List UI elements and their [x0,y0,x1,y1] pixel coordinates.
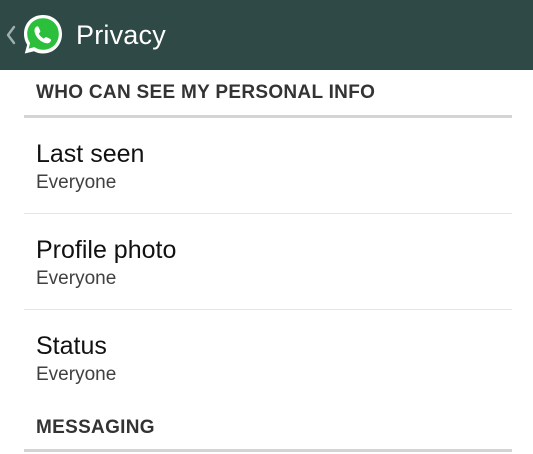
privacy-settings-screen: Privacy WHO CAN SEE MY PERSONAL INFO Las… [0,0,533,454]
page-title: Privacy [76,19,166,50]
whatsapp-logo-icon [20,12,66,58]
pref-title: Status [36,332,107,360]
up-navigation-button[interactable] [0,0,66,70]
section-header-personal-info: WHO CAN SEE MY PERSONAL INFO [24,70,512,118]
pref-summary: Everyone [36,172,117,193]
section-header-messaging: MESSAGING [24,406,512,452]
chevron-left-icon [4,23,18,47]
pref-summary: Everyone [36,268,117,289]
pref-status[interactable]: Status Everyone [24,310,512,406]
preferences-list: WHO CAN SEE MY PERSONAL INFO Last seen E… [24,70,512,452]
pref-profile-photo[interactable]: Profile photo Everyone [24,214,512,310]
pref-title: Profile photo [36,236,177,264]
action-bar: Privacy [0,0,533,70]
pref-last-seen[interactable]: Last seen Everyone [24,118,512,214]
pref-summary: Everyone [36,364,117,385]
pref-title: Last seen [36,140,145,168]
